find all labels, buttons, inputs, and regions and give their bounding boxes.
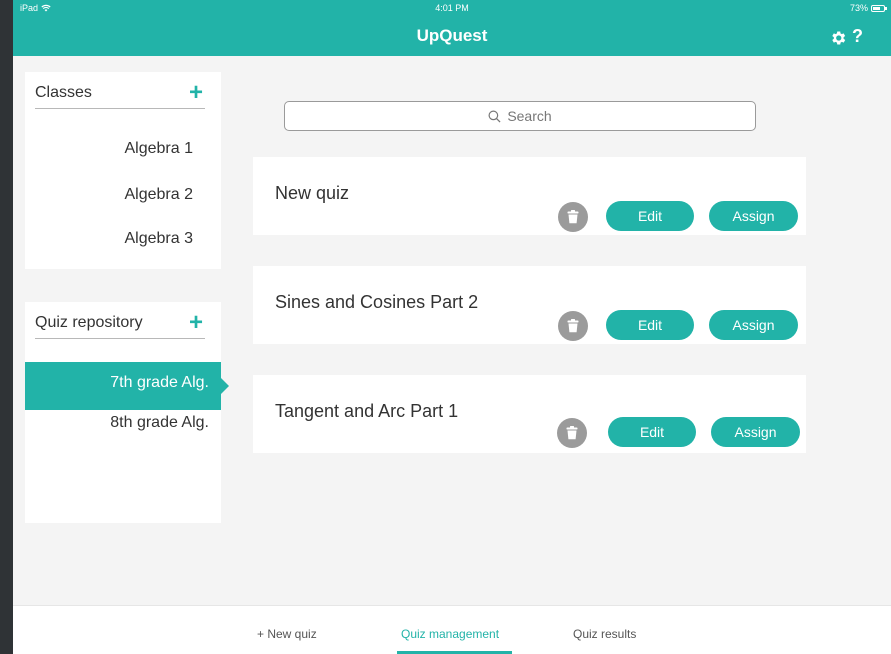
quiz-card: New quiz Edit Assign [253, 157, 806, 235]
repository-title: Quiz repository [35, 314, 143, 331]
assign-quiz-button[interactable]: Assign [709, 201, 798, 231]
class-item-algebra-3[interactable]: Algebra 3 [125, 230, 194, 248]
bottom-tab-bar: + New quiz Quiz management Quiz results [13, 605, 891, 654]
edit-quiz-button[interactable]: Edit [608, 417, 696, 447]
status-battery: 73% [849, 3, 887, 13]
repository-item-label: 8th grade Alg. [110, 414, 209, 431]
status-time: 4:01 PM [435, 3, 469, 13]
app-title: UpQuest [416, 26, 488, 45]
class-item-algebra-1[interactable]: Algebra 1 [125, 140, 194, 158]
search-placeholder: Search [507, 108, 552, 124]
delete-quiz-button[interactable] [558, 202, 588, 232]
edit-quiz-button[interactable]: Edit [606, 201, 694, 231]
app-frame: iPad 4:01 PM 73% UpQuest ? Classes + Alg… [13, 0, 891, 654]
repository-header: Quiz repository + [35, 311, 205, 339]
classes-header: Classes + [35, 81, 205, 109]
add-class-button[interactable]: + [189, 81, 203, 105]
tab-quiz-management[interactable]: Quiz management [401, 627, 499, 641]
quiz-title: New quiz [275, 183, 350, 203]
tab-new-quiz[interactable]: + New quiz [257, 627, 317, 641]
quiz-repository-panel: Quiz repository + 7th grade Alg. 8th gra… [25, 302, 229, 523]
battery-fill [873, 6, 881, 10]
class-item-algebra-2[interactable]: Algebra 2 [125, 186, 194, 204]
trash-icon [566, 426, 578, 440]
quiz-card: Sines and Cosines Part 2 Edit Assign [253, 266, 806, 344]
trash-icon [567, 210, 579, 224]
delete-quiz-button[interactable] [558, 311, 588, 341]
battery-percent: 73% [849, 3, 868, 13]
tab-quiz-results[interactable]: Quiz results [573, 627, 636, 641]
quiz-title: Sines and Cosines Part 2 [275, 292, 479, 312]
quiz-title: Tangent and Arc Part 1 [275, 401, 459, 421]
selected-arrow [221, 378, 229, 394]
search-input[interactable]: Search [284, 101, 756, 131]
edit-quiz-button[interactable]: Edit [606, 310, 694, 340]
add-repository-button[interactable]: + [189, 311, 203, 335]
classes-title: Classes [35, 84, 92, 101]
assign-quiz-button[interactable]: Assign [709, 310, 798, 340]
battery-icon [871, 4, 887, 12]
quiz-card: Tangent and Arc Part 1 Edit Assign [253, 375, 806, 453]
assign-quiz-button[interactable]: Assign [711, 417, 800, 447]
classes-panel: Classes + Algebra 1 Algebra 2 Algebra 3 [25, 72, 221, 269]
top-bar: iPad 4:01 PM 73% UpQuest ? [13, 0, 891, 56]
delete-quiz-button[interactable] [557, 418, 587, 448]
search-icon [488, 110, 501, 123]
repository-item-8th-grade[interactable]: 8th grade Alg. [25, 402, 221, 450]
help-icon[interactable]: ? [852, 26, 863, 47]
gear-icon[interactable] [829, 29, 847, 47]
repository-item-label: 7th grade Alg. [110, 374, 209, 391]
trash-icon [567, 319, 579, 333]
